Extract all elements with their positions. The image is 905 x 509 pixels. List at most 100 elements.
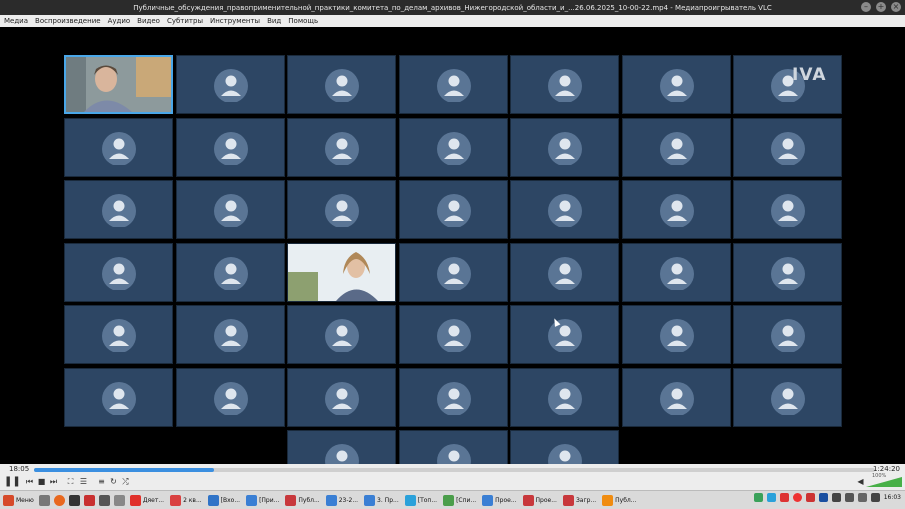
- vpn-icon[interactable]: [779, 493, 789, 502]
- participant-tile[interactable]: [287, 55, 396, 114]
- taskbar-window-item[interactable]: Загр...: [560, 492, 599, 509]
- menu-playback[interactable]: Воспроизведение: [35, 17, 101, 25]
- fullscreen-icon[interactable]: ⛶: [65, 476, 76, 487]
- menu-view[interactable]: Вид: [267, 17, 281, 25]
- participant-tile[interactable]: [175, 55, 285, 114]
- participant-tile[interactable]: [510, 180, 619, 239]
- participant-tile[interactable]: [510, 367, 619, 427]
- participant-tile[interactable]: [621, 117, 731, 177]
- seek-bar[interactable]: [34, 468, 875, 472]
- participant-tile[interactable]: [287, 305, 396, 364]
- menu-tools[interactable]: Инструменты: [210, 17, 260, 25]
- files-icon[interactable]: [38, 494, 50, 506]
- network-icon[interactable]: [844, 493, 854, 502]
- start-menu-button[interactable]: Меню: [0, 492, 37, 509]
- screenshot-icon[interactable]: [113, 494, 125, 506]
- participant-tile[interactable]: [175, 305, 285, 364]
- calculator-icon[interactable]: [98, 494, 110, 506]
- extended-settings-icon[interactable]: ☰: [78, 476, 89, 487]
- participant-tile[interactable]: [398, 305, 508, 364]
- bluetooth-icon[interactable]: [870, 493, 880, 502]
- participant-video-active[interactable]: [64, 55, 173, 114]
- taskbar-window-item[interactable]: 2 кв...: [167, 492, 205, 509]
- anydesk-icon[interactable]: [805, 493, 815, 502]
- taskbar-window-item[interactable]: Прое...: [520, 492, 560, 509]
- participant-tile[interactable]: [175, 180, 285, 239]
- taskbar-window-item[interactable]: 3. Пр...: [361, 492, 402, 509]
- avatar-placeholder-icon: [547, 318, 583, 356]
- updates-icon[interactable]: [857, 493, 867, 502]
- participant-tile[interactable]: [64, 117, 173, 177]
- participant-tile[interactable]: [175, 117, 285, 177]
- participant-tile[interactable]: [64, 305, 173, 364]
- participant-tile[interactable]: [510, 242, 619, 302]
- participant-tile[interactable]: [733, 180, 842, 239]
- participant-tile[interactable]: [510, 117, 619, 177]
- participant-tile[interactable]: [398, 242, 508, 302]
- menu-subtitles[interactable]: Субтитры: [167, 17, 203, 25]
- maximize-button[interactable]: +: [876, 2, 886, 12]
- participant-tile[interactable]: [175, 367, 285, 427]
- participant-tile[interactable]: [733, 242, 842, 302]
- loop-icon[interactable]: ↻: [108, 476, 119, 487]
- menu-video[interactable]: Видео: [137, 17, 160, 25]
- telegram-icon[interactable]: [766, 493, 776, 502]
- participant-tile[interactable]: [621, 180, 731, 239]
- window-label: 2 кв...: [183, 496, 202, 504]
- participant-tile[interactable]: [733, 305, 842, 364]
- participant-tile[interactable]: [175, 242, 285, 302]
- menu-audio[interactable]: Аудио: [108, 17, 131, 25]
- taskbar-window-item[interactable]: [Спи...: [440, 492, 479, 509]
- participant-tile[interactable]: [64, 242, 173, 302]
- playlist-icon[interactable]: ≡: [96, 476, 107, 487]
- yandex-icon[interactable]: [792, 493, 802, 502]
- seek-progress: [34, 468, 214, 472]
- taskbar-window-item[interactable]: 23-2...: [323, 492, 361, 509]
- participant-tile[interactable]: [64, 367, 173, 427]
- pause-button[interactable]: ❚❚: [4, 476, 21, 487]
- keyboard-layout-icon[interactable]: [818, 493, 828, 502]
- taskbar-window-item[interactable]: Дяет...: [127, 492, 167, 509]
- taskbar-window-item[interactable]: [Топ...: [402, 492, 440, 509]
- participant-tile[interactable]: [510, 55, 619, 114]
- window-label: [Спи...: [456, 496, 477, 504]
- previous-icon[interactable]: ⏮: [24, 476, 35, 487]
- participant-tile[interactable]: [621, 242, 731, 302]
- next-icon[interactable]: ⏭: [48, 476, 59, 487]
- speaker-icon[interactable]: ◀: [855, 476, 866, 487]
- participant-tile[interactable]: [287, 180, 396, 239]
- stop-icon[interactable]: ■: [36, 476, 47, 487]
- volume-tray-icon[interactable]: [831, 493, 841, 502]
- participant-tile[interactable]: [621, 367, 731, 427]
- app-icon[interactable]: [83, 494, 95, 506]
- kaspersky-icon[interactable]: [753, 493, 763, 502]
- participant-tile[interactable]: [64, 180, 173, 239]
- taskbar-window-item[interactable]: Публ...: [282, 492, 322, 509]
- menu-media[interactable]: Медиа: [4, 17, 28, 25]
- avatar-placeholder-icon: [324, 68, 360, 106]
- video-area[interactable]: IVA: [0, 27, 905, 489]
- participant-tile[interactable]: [621, 305, 731, 364]
- close-button[interactable]: ×: [891, 2, 901, 12]
- minimize-button[interactable]: –: [861, 2, 871, 12]
- taskbar-window-item[interactable]: Публ...: [599, 492, 639, 509]
- participant-tile[interactable]: [733, 367, 842, 427]
- participant-tile[interactable]: [398, 55, 508, 114]
- participant-video[interactable]: [287, 242, 396, 302]
- taskbar-window-item[interactable]: [При...: [243, 492, 282, 509]
- taskbar-window-item[interactable]: [Вхо...: [205, 492, 243, 509]
- participant-tile[interactable]: [621, 55, 731, 114]
- participant-tile[interactable]: [398, 367, 508, 427]
- menu-help[interactable]: Помощь: [288, 17, 318, 25]
- terminal-icon[interactable]: [68, 494, 80, 506]
- participant-tile[interactable]: [287, 117, 396, 177]
- participant-tile[interactable]: [733, 117, 842, 177]
- firefox-icon[interactable]: [53, 494, 65, 506]
- participant-tile[interactable]: [398, 117, 508, 177]
- window-icon: [602, 494, 614, 506]
- random-icon[interactable]: ⤮: [120, 476, 131, 487]
- participant-tile[interactable]: [510, 305, 619, 364]
- participant-tile[interactable]: [287, 367, 396, 427]
- participant-tile[interactable]: [398, 180, 508, 239]
- taskbar-window-item[interactable]: Прое...: [479, 492, 519, 509]
